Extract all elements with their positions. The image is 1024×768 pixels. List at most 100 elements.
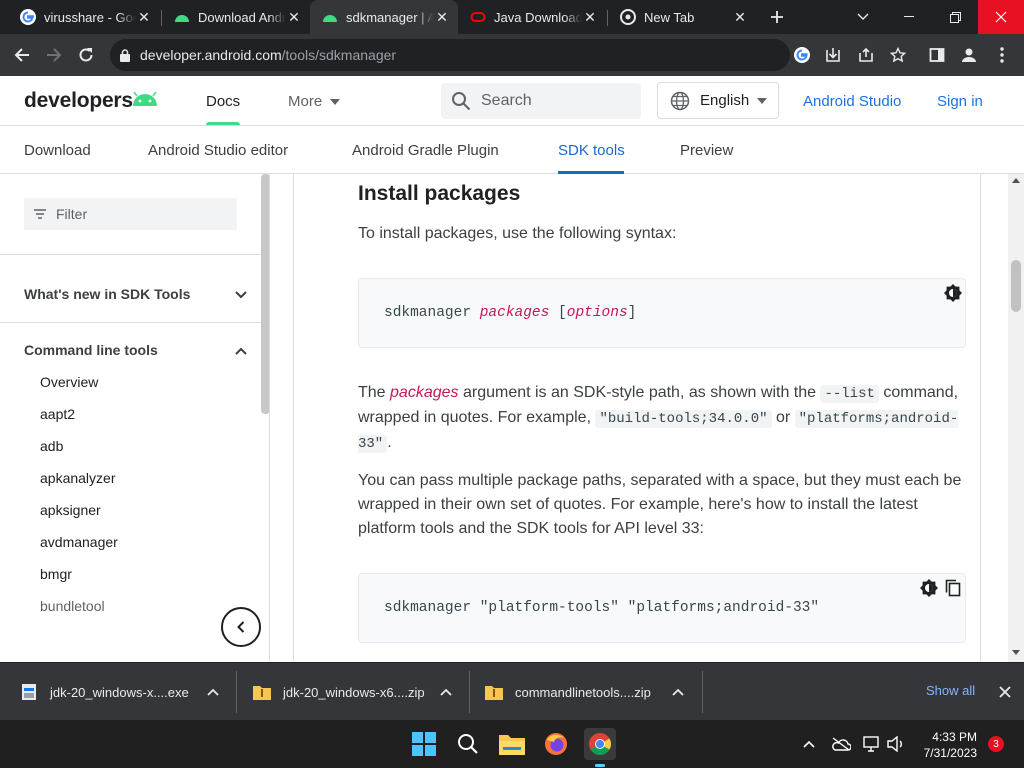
chevron-up-icon[interactable] <box>671 686 685 698</box>
restore-button[interactable] <box>932 0 978 34</box>
scroll-up-arrow-icon[interactable] <box>1012 178 1020 183</box>
dropdown-icon <box>330 99 341 106</box>
volume-icon[interactable] <box>880 728 912 760</box>
sidebar-item-apkanalyzer[interactable]: apkanalyzer <box>40 470 116 486</box>
search-input[interactable]: Search <box>441 83 641 119</box>
windows-taskbar: 4:33 PM 7/31/2023 3 <box>0 720 1024 768</box>
back-button[interactable] <box>7 40 37 70</box>
tab-java-downloads[interactable]: Java Downloads ✕ <box>458 0 606 34</box>
code-text[interactable]: sdkmanager "platform-tools" "platforms;a… <box>384 600 819 616</box>
sidebar-item-apksigner[interactable]: apksigner <box>40 502 101 518</box>
dark-theme-toggle-icon[interactable] <box>944 284 962 302</box>
scrollbar-thumb[interactable] <box>1011 260 1021 312</box>
section-whats-new[interactable]: What's new in SDK Tools <box>24 286 190 302</box>
chevron-up-icon[interactable] <box>206 686 220 698</box>
download-filename: commandlinetools....zip <box>515 684 651 700</box>
bookmark-star-icon[interactable] <box>883 40 913 70</box>
close-icon[interactable]: ✕ <box>582 9 598 25</box>
minimize-button[interactable] <box>886 0 932 34</box>
firefox-icon[interactable] <box>540 728 572 760</box>
copy-icon[interactable] <box>944 579 962 597</box>
tab-label: Java Downloads <box>494 9 582 25</box>
close-icon[interactable]: ✕ <box>286 9 302 25</box>
filter-input[interactable]: Filter <box>24 198 237 230</box>
subtab-android-gradle-plugin[interactable]: Android Gradle Plugin <box>352 142 499 159</box>
chevron-up-icon[interactable] <box>793 728 825 760</box>
developers-logo[interactable]: developers <box>24 89 133 113</box>
notification-badge[interactable]: 3 <box>988 736 1004 752</box>
tab-new-tab[interactable]: New Tab ✕ <box>608 0 756 34</box>
sidebar-item-bmgr[interactable]: bmgr <box>40 566 72 582</box>
profile-icon[interactable] <box>954 40 984 70</box>
search-icon <box>452 92 471 111</box>
close-icon[interactable]: ✕ <box>136 9 152 25</box>
share-icon[interactable] <box>851 40 881 70</box>
chevron-up-icon[interactable] <box>232 342 250 360</box>
sidebar-item-overview[interactable]: Overview <box>40 374 98 390</box>
language-selector[interactable]: English <box>657 82 779 119</box>
code-block-syntax: sdkmanager packages [options] <box>358 278 966 348</box>
google-icon <box>20 9 36 25</box>
sidebar-item-adb[interactable]: adb <box>40 438 63 454</box>
tab-sdkmanager[interactable]: sdkmanager | A ✕ <box>310 0 458 34</box>
sign-in-link[interactable]: Sign in <box>937 93 983 110</box>
file-explorer-icon[interactable] <box>496 728 528 760</box>
dark-theme-toggle-icon[interactable] <box>920 579 938 597</box>
section-command-line-tools[interactable]: Command line tools <box>24 342 158 358</box>
chrome-taskbar-icon[interactable] <box>584 728 616 760</box>
close-window-button[interactable] <box>978 0 1024 34</box>
kebab-menu-icon[interactable] <box>987 40 1017 70</box>
sidebar-item-aapt2[interactable]: aapt2 <box>40 406 75 422</box>
android-logo-icon[interactable] <box>131 91 159 111</box>
sidebar-scrollbar[interactable] <box>261 174 269 414</box>
nav-more-label: More <box>288 93 323 110</box>
subtab-android-studio-editor[interactable]: Android Studio editor <box>148 142 288 159</box>
chevron-down-icon[interactable] <box>232 286 250 304</box>
subtab-download[interactable]: Download <box>24 142 91 159</box>
google-lens-icon[interactable] <box>787 40 817 70</box>
start-windows-icon[interactable] <box>408 728 440 760</box>
search-icon[interactable] <box>452 728 484 760</box>
packages-link[interactable]: packages <box>390 384 459 401</box>
tab-virusshare[interactable]: virusshare - Goo ✕ <box>8 0 160 34</box>
download-item-jdk-exe[interactable]: jdk-20_windows-x....exe <box>20 663 230 721</box>
intro-paragraph: To install packages, use the following s… <box>358 225 677 242</box>
collapse-sidebar-button[interactable] <box>221 607 261 647</box>
tab-search-chevron-icon[interactable] <box>840 0 886 34</box>
download-item-commandlinetools[interactable]: commandlinetools....zip <box>485 663 695 721</box>
tab-download-android[interactable]: Download Andr ✕ <box>162 0 310 34</box>
main-content: Install packages To install packages, us… <box>270 174 1008 662</box>
subtab-preview[interactable]: Preview <box>680 142 733 159</box>
tab-label: sdkmanager | A <box>346 9 434 25</box>
sidebar-item-avdmanager[interactable]: avdmanager <box>40 534 118 550</box>
forward-button[interactable] <box>39 40 69 70</box>
onedrive-icon[interactable] <box>825 728 857 760</box>
download-item-jdk-zip[interactable]: jdk-20_windows-x6....zip <box>253 663 463 721</box>
url-host: developer.android.com <box>140 47 282 63</box>
system-clock[interactable]: 4:33 PM 7/31/2023 <box>921 729 977 761</box>
download-filename: jdk-20_windows-x....exe <box>50 684 189 700</box>
close-icon[interactable] <box>996 683 1014 701</box>
code-text[interactable]: sdkmanager packages [options] <box>384 305 636 321</box>
new-tab-button[interactable] <box>760 0 794 34</box>
subtab-sdk-tools[interactable]: SDK tools <box>558 142 625 159</box>
nav-more[interactable]: More <box>288 93 341 110</box>
close-icon[interactable]: ✕ <box>732 9 748 25</box>
close-icon[interactable]: ✕ <box>434 9 450 25</box>
scroll-down-arrow-icon[interactable] <box>1012 650 1020 655</box>
android-studio-link[interactable]: Android Studio <box>803 93 901 110</box>
chevron-up-icon[interactable] <box>439 686 453 698</box>
tab-label: New Tab <box>644 9 695 25</box>
install-app-icon[interactable] <box>818 40 848 70</box>
side-panel-icon[interactable] <box>922 40 952 70</box>
page-scrollbar[interactable] <box>1008 174 1024 662</box>
sidebar-item-bundletool[interactable]: bundletool <box>40 598 105 614</box>
address-bar[interactable]: developer.android.com/tools/sdkmanager <box>110 39 790 71</box>
android-icon <box>174 9 190 25</box>
language-label: English <box>700 92 750 109</box>
lock-icon[interactable] <box>120 48 130 62</box>
show-all-downloads-link[interactable]: Show all <box>926 683 975 698</box>
nav-docs[interactable]: Docs <box>206 93 240 110</box>
reload-button[interactable] <box>71 40 101 70</box>
browser-tab-strip: virusshare - Goo ✕ Download Andr ✕ sdkma… <box>0 0 1024 34</box>
